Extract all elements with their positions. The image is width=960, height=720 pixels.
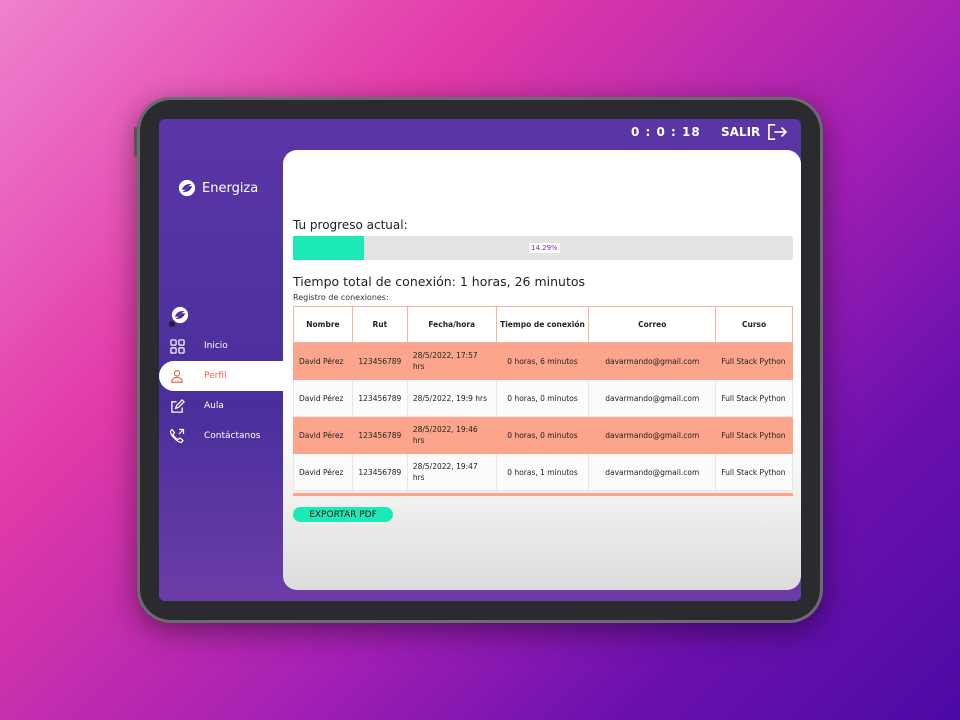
app-screen: 0 : 0 : 18 SALIR Energiza Inicio Perfil … — [159, 119, 801, 601]
tablet-side-button — [134, 127, 137, 157]
cell-rut: 123456789 — [351, 342, 408, 380]
column-header: Curso — [715, 306, 793, 343]
cell-tiempo: 0 horas, 0 minutos — [495, 379, 590, 417]
logout-button[interactable]: SALIR — [721, 123, 788, 141]
cell-fecha: 28/5/2022, 19:9 hrs — [406, 379, 497, 417]
cell-nombre: David Pérez — [293, 342, 353, 380]
connection-log-label: Registro de conexiones: — [293, 293, 389, 302]
cell-tiempo: 0 horas, 6 minutos — [495, 342, 590, 380]
user-icon — [169, 368, 185, 384]
table-row: David Pérez 123456789 28/5/2022, 19:46 h… — [293, 416, 793, 454]
sidebar-item-inicio[interactable]: Inicio — [159, 331, 283, 361]
brand-name: Energiza — [202, 180, 259, 196]
cell-rut: 123456789 — [351, 453, 408, 491]
sidebar-item-perfil[interactable]: Perfil — [159, 361, 283, 391]
cell-rut: 123456789 — [351, 416, 408, 454]
column-header: Correo — [588, 306, 717, 343]
profile-panel: Tu progreso actual: 14.29% Tiempo total … — [283, 150, 801, 590]
energiza-small-logo-icon — [171, 306, 189, 324]
cell-nombre: David Pérez — [293, 379, 353, 417]
column-header: Rut — [351, 306, 408, 343]
table-row: David Pérez 123456789 28/5/2022, 19:47 h… — [293, 453, 793, 491]
cell-tiempo: 0 horas, 0 minutos — [495, 416, 590, 454]
cell-curso: Full Stack Python — [715, 453, 793, 491]
column-header: Nombre — [293, 306, 353, 343]
cell-fecha: 28/5/2022, 19:46 hrs — [406, 416, 497, 454]
brand[interactable]: Energiza — [178, 179, 258, 197]
progress-value: 14.29% — [529, 243, 560, 253]
cell-correo: davarmando@gmail.com — [588, 342, 717, 380]
column-header: Fecha/hora — [406, 306, 497, 343]
table-bottom-border — [293, 493, 793, 496]
sidebar-item-label: Aula — [204, 401, 224, 411]
progress-label: Tu progreso actual: — [293, 218, 408, 232]
sidebar-item-contactanos[interactable]: Contáctanos — [159, 421, 283, 451]
column-header: Tiempo de conexión — [495, 306, 590, 343]
tablet-frame: 0 : 0 : 18 SALIR Energiza Inicio Perfil … — [134, 97, 823, 623]
progress-fill — [293, 236, 365, 260]
cell-nombre: David Pérez — [293, 453, 353, 491]
export-pdf-button[interactable]: EXPORTAR PDF — [293, 507, 393, 522]
progress-bar: 14.29% — [293, 236, 793, 260]
logout-label: SALIR — [721, 125, 761, 139]
sidebar-item-label: Inicio — [204, 341, 228, 351]
cell-curso: Full Stack Python — [715, 416, 793, 454]
edit-icon — [169, 398, 185, 414]
cell-rut: 123456789 — [351, 379, 408, 417]
grid-icon — [169, 338, 185, 354]
cell-fecha: 28/5/2022, 17:57 hrs — [406, 342, 497, 380]
logout-icon — [768, 123, 788, 141]
sidebar-nav: Inicio Perfil Aula Contáctanos — [159, 331, 283, 451]
energiza-logo-icon — [178, 179, 196, 197]
table-row: David Pérez 123456789 28/5/2022, 19:9 hr… — [293, 379, 793, 417]
cell-tiempo: 0 horas, 1 minutos — [495, 453, 590, 491]
cell-curso: Full Stack Python — [715, 379, 793, 417]
total-connection-time: Tiempo total de conexión: 1 horas, 26 mi… — [293, 274, 586, 289]
cell-curso: Full Stack Python — [715, 342, 793, 380]
table-row: David Pérez 123456789 28/5/2022, 17:57 h… — [293, 342, 793, 380]
cell-nombre: David Pérez — [293, 416, 353, 454]
cell-correo: davarmando@gmail.com — [588, 416, 717, 454]
cell-fecha: 28/5/2022, 19:47 hrs — [406, 453, 497, 491]
cell-correo: davarmando@gmail.com — [588, 379, 717, 417]
sidebar-item-aula[interactable]: Aula — [159, 391, 283, 421]
session-timer: 0 : 0 : 18 — [631, 125, 701, 139]
sidebar-item-label: Contáctanos — [204, 431, 261, 441]
sidebar-item-label: Perfil — [204, 371, 227, 381]
connections-table: Nombre Rut Fecha/hora Tiempo de conexión… — [293, 306, 793, 491]
phone-icon — [169, 428, 185, 444]
table-header-row: Nombre Rut Fecha/hora Tiempo de conexión… — [293, 306, 793, 343]
cell-correo: davarmando@gmail.com — [588, 453, 717, 491]
